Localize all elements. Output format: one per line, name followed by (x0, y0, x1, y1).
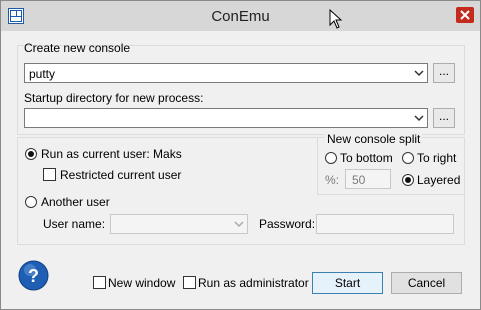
cancel-button[interactable]: Cancel (391, 272, 462, 294)
create-console-heading: Create new console (24, 41, 131, 55)
browse-startup-dir-button[interactable]: ... (433, 108, 455, 128)
to-bottom-label[interactable]: To bottom (340, 151, 393, 165)
mouse-cursor-icon (329, 9, 343, 29)
browse-command-button[interactable]: ... (433, 63, 455, 83)
chevron-down-icon[interactable] (411, 64, 427, 82)
run-as-current-radio[interactable] (25, 148, 37, 160)
split-heading: New console split (325, 132, 423, 146)
username-combobox[interactable] (110, 214, 248, 234)
restricted-checkbox[interactable] (43, 168, 56, 181)
command-value: putty (29, 67, 56, 81)
new-window-label[interactable]: New window (108, 276, 175, 290)
percent-input[interactable]: 50 (345, 169, 391, 189)
command-combobox[interactable]: putty (24, 63, 428, 83)
run-as-current-label[interactable]: Run as current user: Maks (41, 147, 182, 161)
window-title: ConEmu (211, 8, 270, 25)
password-input[interactable] (316, 214, 454, 234)
to-right-radio[interactable] (402, 152, 414, 164)
username-label: User name: (43, 217, 106, 231)
to-right-label[interactable]: To right (417, 151, 456, 165)
new-window-checkbox[interactable] (93, 276, 106, 289)
startup-dir-combobox[interactable] (24, 108, 428, 128)
another-user-label[interactable]: Another user (41, 195, 110, 209)
run-as-admin-checkbox[interactable] (183, 276, 196, 289)
to-bottom-radio[interactable] (325, 152, 337, 164)
svg-text:?: ? (28, 266, 39, 286)
title-bar: ConEmu (1, 1, 480, 31)
password-label: Password: (259, 217, 316, 231)
start-button[interactable]: Start (312, 272, 383, 294)
another-user-radio[interactable] (25, 196, 37, 208)
chevron-down-icon[interactable] (411, 109, 427, 127)
run-as-admin-label[interactable]: Run as administrator (198, 276, 309, 290)
chevron-down-icon[interactable] (231, 215, 247, 233)
layered-radio[interactable] (402, 174, 414, 186)
help-icon[interactable]: ? (18, 260, 49, 291)
percent-label: %: (325, 173, 340, 187)
restricted-label[interactable]: Restricted current user (60, 168, 181, 182)
close-icon[interactable] (456, 7, 474, 23)
layered-label[interactable]: Layered (417, 173, 460, 187)
startup-dir-label: Startup directory for new process: (24, 91, 204, 105)
percent-value: 50 (352, 173, 366, 187)
conemu-dialog: ConEmu Create new console putty ... Star… (0, 0, 481, 310)
